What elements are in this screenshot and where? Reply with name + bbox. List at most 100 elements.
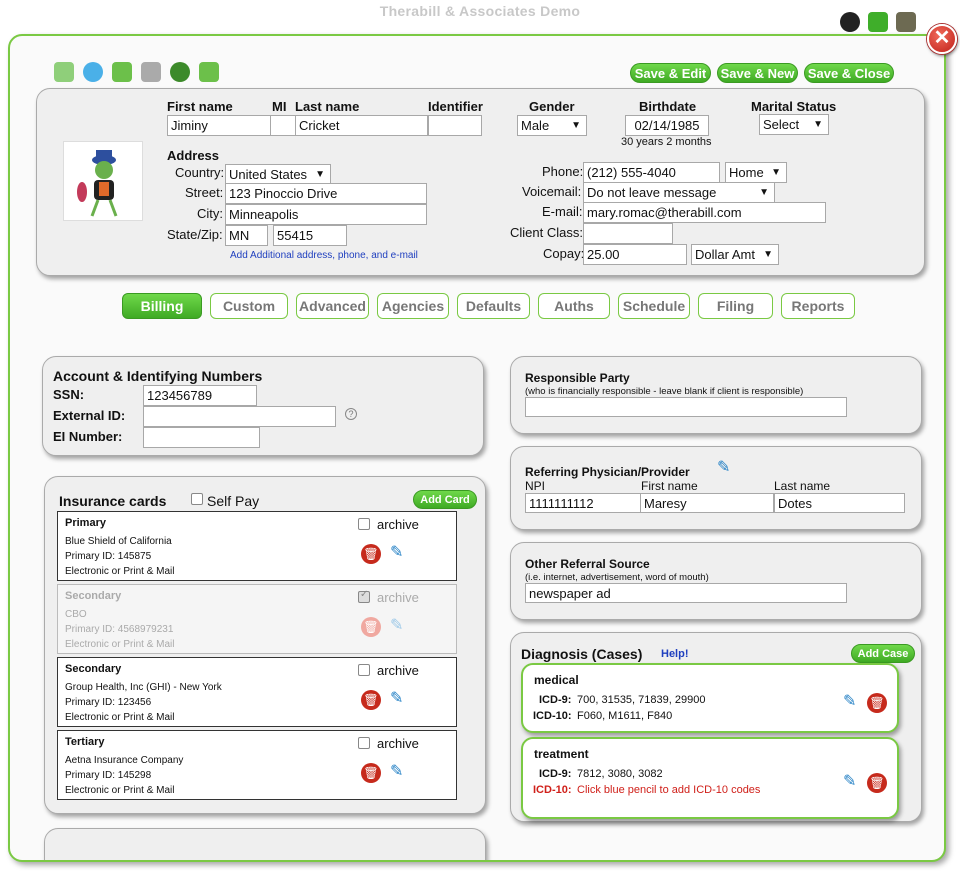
birthdate-input[interactable]: 02/14/1985 bbox=[625, 115, 709, 136]
help-icon[interactable]: ? bbox=[345, 408, 357, 420]
referring-first-input[interactable]: Maresy bbox=[640, 493, 774, 513]
tab-schedule[interactable]: Schedule bbox=[618, 293, 690, 319]
insurance-card: SecondaryCBOPrimary ID: 4568979231Electr… bbox=[57, 584, 457, 654]
tab-custom[interactable]: Custom bbox=[210, 293, 288, 319]
tab-filing[interactable]: Filing bbox=[698, 293, 773, 319]
chat-icon[interactable] bbox=[840, 12, 860, 32]
save-close-button[interactable]: Save & Close bbox=[804, 63, 894, 83]
camera-icon[interactable] bbox=[141, 62, 161, 82]
street-label: Street: bbox=[185, 185, 223, 200]
printer-icon[interactable] bbox=[199, 62, 219, 82]
calculator-icon[interactable] bbox=[868, 12, 888, 32]
npi-input[interactable]: 1111111112 bbox=[525, 493, 641, 513]
save-edit-button[interactable]: Save & Edit bbox=[630, 63, 711, 83]
archive-checkbox[interactable]: ✓ bbox=[358, 591, 370, 603]
address-label: Address bbox=[167, 148, 219, 163]
referring-first-label: First name bbox=[641, 479, 698, 493]
save-new-button[interactable]: Save & New bbox=[717, 63, 798, 83]
toolbar-icons bbox=[54, 62, 219, 82]
client-window: Save & Edit Save & New Save & Close Firs… bbox=[8, 34, 946, 862]
tab-auths[interactable]: Auths bbox=[538, 293, 610, 319]
archive-label: archive bbox=[377, 663, 419, 678]
referral-input[interactable]: newspaper ad bbox=[525, 583, 847, 603]
client-avatar bbox=[63, 141, 143, 221]
card-method: Electronic or Print & Mail bbox=[65, 710, 449, 725]
printer-icon[interactable] bbox=[896, 12, 916, 32]
country-select[interactable]: United States bbox=[225, 164, 331, 185]
client-class-input[interactable] bbox=[583, 223, 673, 244]
pencil-icon[interactable]: ✎ bbox=[390, 690, 403, 708]
gender-select[interactable]: Male bbox=[517, 115, 587, 136]
ssn-input[interactable]: 123456789 bbox=[143, 385, 257, 406]
pencil-icon[interactable]: ✎ bbox=[843, 773, 856, 791]
diagnosis-case: treatmentICD-9:7812, 3080, 3082ICD-10:Cl… bbox=[521, 737, 899, 819]
client-class-label: Client Class: bbox=[510, 225, 583, 240]
archive-checkbox[interactable] bbox=[358, 737, 370, 749]
tab-advanced[interactable]: Advanced bbox=[296, 293, 369, 319]
clock-icon[interactable] bbox=[83, 62, 103, 82]
responsible-input[interactable] bbox=[525, 397, 847, 417]
archive-checkbox[interactable] bbox=[358, 518, 370, 530]
app-title: Therabill & Associates Demo bbox=[0, 3, 960, 19]
email-input[interactable]: mary.romac@therabill.com bbox=[583, 202, 826, 223]
phone-label: Phone: bbox=[542, 164, 583, 179]
trash-icon[interactable]: 🗑 bbox=[361, 617, 381, 637]
identifier-input[interactable] bbox=[428, 115, 482, 136]
trash-icon[interactable]: 🗑 bbox=[361, 544, 381, 564]
birthdate-label: Birthdate bbox=[639, 99, 696, 114]
copay-input[interactable]: 25.00 bbox=[583, 244, 687, 265]
close-icon[interactable]: ✕ bbox=[927, 24, 957, 54]
tab-defaults[interactable]: Defaults bbox=[457, 293, 530, 319]
pencil-icon[interactable]: ✎ bbox=[390, 763, 403, 781]
trash-icon[interactable]: 🗑 bbox=[361, 690, 381, 710]
pencil-icon[interactable]: ✎ bbox=[390, 544, 403, 562]
first-name-input[interactable]: Jiminy bbox=[167, 115, 271, 136]
responsible-subtitle: (who is financially responsible - leave … bbox=[525, 386, 803, 397]
marital-status-select[interactable]: Select bbox=[759, 114, 829, 135]
external-id-input[interactable] bbox=[143, 406, 336, 427]
trash-icon[interactable]: 🗑 bbox=[867, 693, 887, 713]
account-panel: Account & Identifying Numbers SSN: 12345… bbox=[42, 356, 484, 456]
tab-billing[interactable]: Billing bbox=[122, 293, 202, 319]
add-card-button[interactable]: Add Card bbox=[413, 490, 477, 509]
screen-icon[interactable] bbox=[112, 62, 132, 82]
pencil-icon[interactable]: ✎ bbox=[717, 459, 730, 477]
trash-icon[interactable]: 🗑 bbox=[361, 763, 381, 783]
trash-icon[interactable]: 🗑 bbox=[867, 773, 887, 793]
last-name-input[interactable]: Cricket bbox=[295, 115, 428, 136]
phone-type-select[interactable]: Home bbox=[725, 162, 787, 183]
add-address-link[interactable]: Add Additional address, phone, and e-mai… bbox=[230, 250, 418, 261]
archive-label: archive bbox=[377, 590, 419, 605]
diagnosis-help-link[interactable]: Help! bbox=[661, 648, 689, 660]
referral-subtitle: (i.e. internet, advertisement, word of m… bbox=[525, 572, 709, 583]
spiral-icon[interactable] bbox=[170, 62, 190, 82]
state-zip-label: State/Zip: bbox=[167, 227, 223, 242]
age-text: 30 years 2 months bbox=[621, 136, 712, 148]
referring-physician-panel: Referring Physician/Provider ✎ NPI First… bbox=[510, 446, 922, 530]
top-icon-bar bbox=[840, 12, 916, 32]
pencil-icon[interactable]: ✎ bbox=[390, 617, 403, 635]
last-name-label: Last name bbox=[295, 99, 359, 114]
external-id-label: External ID: bbox=[53, 408, 125, 423]
calendar-add-icon[interactable] bbox=[54, 62, 74, 82]
copay-type-select[interactable]: Dollar Amt bbox=[691, 244, 779, 265]
pencil-icon[interactable]: ✎ bbox=[843, 693, 856, 711]
mi-input[interactable] bbox=[270, 115, 296, 136]
phone-input[interactable]: (212) 555-4040 bbox=[583, 162, 720, 183]
voicemail-label: Voicemail: bbox=[522, 184, 581, 199]
self-pay-checkbox[interactable] bbox=[191, 493, 203, 505]
zip-input[interactable]: 55415 bbox=[273, 225, 347, 246]
tab-agencies[interactable]: Agencies bbox=[377, 293, 449, 319]
street-input[interactable]: 123 Pinoccio Drive bbox=[225, 183, 427, 204]
city-input[interactable]: Minneapolis bbox=[225, 204, 427, 225]
archive-checkbox[interactable] bbox=[358, 664, 370, 676]
state-input[interactable]: MN bbox=[225, 225, 268, 246]
voicemail-select[interactable]: Do not leave message bbox=[583, 182, 775, 203]
referring-last-input[interactable]: Dotes bbox=[774, 493, 905, 513]
ei-number-input[interactable] bbox=[143, 427, 260, 448]
gender-label: Gender bbox=[529, 99, 575, 114]
add-case-button[interactable]: Add Case bbox=[851, 644, 915, 663]
responsible-title: Responsible Party bbox=[525, 371, 630, 385]
tab-reports[interactable]: Reports bbox=[781, 293, 855, 319]
npi-label: NPI bbox=[525, 479, 545, 493]
